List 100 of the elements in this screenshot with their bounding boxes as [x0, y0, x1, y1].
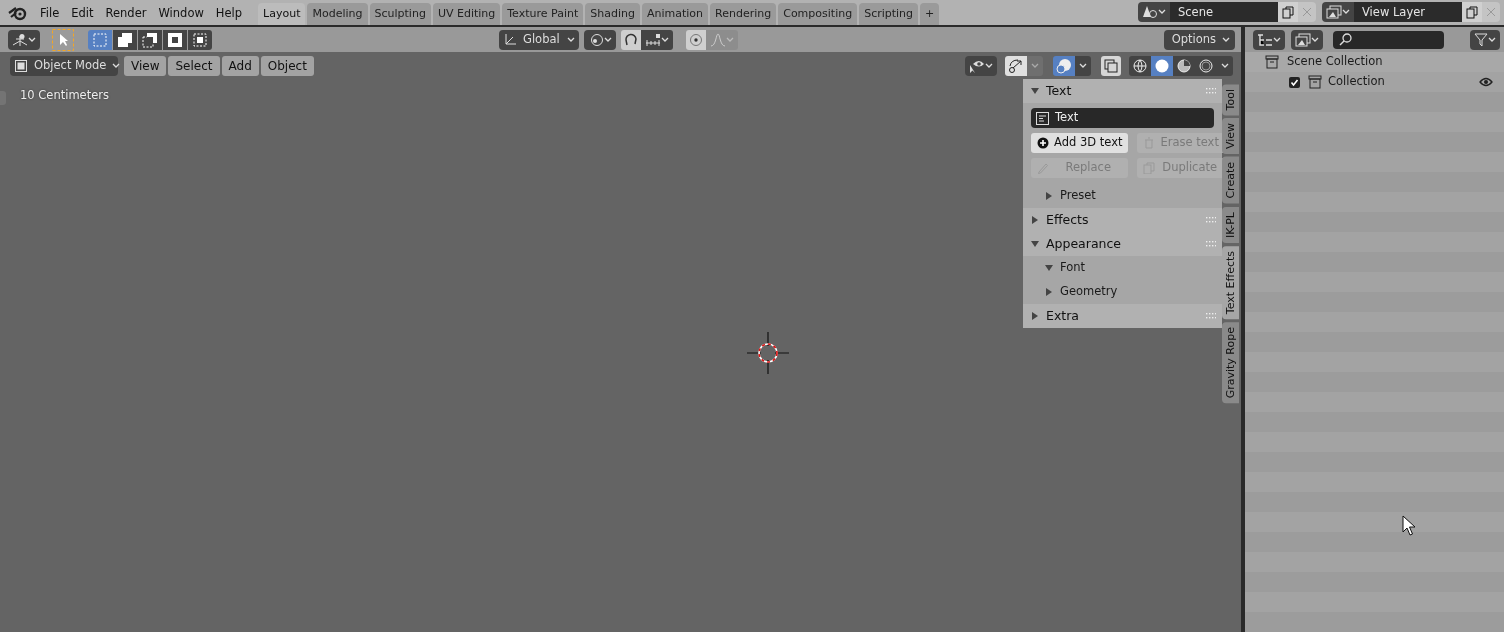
drag-handle-icon	[1206, 313, 1216, 319]
caret-icon	[603, 36, 612, 43]
scene-selector[interactable]	[1138, 2, 1170, 22]
view-layer-icon	[1326, 5, 1342, 19]
caret-icon	[1158, 9, 1166, 15]
blender-logo-icon[interactable]	[8, 4, 28, 21]
sidebar-tab[interactable]: Create	[1222, 157, 1239, 205]
menu-item[interactable]: Window	[152, 0, 210, 25]
outliner-icon	[1257, 32, 1273, 47]
menu-button[interactable]: Add	[221, 55, 259, 76]
copy-icon	[1282, 5, 1294, 19]
caret-icon	[725, 36, 734, 43]
view-layer-icon	[1295, 32, 1311, 47]
workspace-tab[interactable]: Shading	[585, 3, 640, 25]
copy-icon	[1466, 5, 1478, 19]
menu-button[interactable]: Object	[260, 55, 314, 76]
eye-icon[interactable]	[1479, 77, 1493, 87]
add-workspace-button[interactable]: +	[920, 3, 940, 25]
select-mode-button[interactable]	[138, 29, 162, 50]
filter-dropdown[interactable]	[1470, 29, 1500, 50]
caret-icon	[985, 62, 993, 69]
sidebar-tab[interactable]: Gravity Rope	[1222, 322, 1239, 404]
workspace-tab[interactable]: Compositing	[778, 3, 858, 25]
sidebar-tab[interactable]: Text Effects	[1222, 246, 1239, 320]
gizmo-icon	[1008, 57, 1024, 74]
select-mode-button[interactable]	[163, 29, 187, 50]
axes-icon	[503, 32, 517, 47]
panel-button[interactable]: Add 3D text	[1031, 133, 1129, 153]
xray-toggle[interactable]	[1101, 55, 1121, 76]
shading-mode-button[interactable]	[1151, 55, 1173, 76]
overlays-toggle[interactable]	[1053, 55, 1075, 76]
workspace-tab[interactable]: Sculpting	[369, 3, 431, 25]
workspace-tab[interactable]: Scripting	[859, 3, 919, 25]
view-layer-field[interactable]: View Layer	[1354, 2, 1462, 22]
scene-field[interactable]: Scene	[1170, 2, 1278, 22]
subpanel-title[interactable]: Geometry	[1060, 283, 1118, 301]
caret-icon	[112, 62, 121, 69]
menu-button[interactable]: View	[124, 55, 167, 76]
orientation-dropdown[interactable]: Global	[499, 29, 579, 50]
caret-icon	[1311, 36, 1319, 43]
caret-icon	[1221, 62, 1229, 69]
falloff-curve-icon	[709, 32, 726, 47]
subpanel-title[interactable]: Font	[1060, 259, 1086, 277]
sidebar-tab[interactable]: Tool	[1222, 84, 1239, 116]
gizmo-toggle[interactable]	[1005, 55, 1027, 76]
shading-mode-button[interactable]	[1173, 55, 1195, 76]
proportional-editing-toggle[interactable]	[685, 29, 706, 50]
workspace-tab[interactable]: Rendering	[710, 3, 777, 25]
menu-item[interactable]: Help	[209, 0, 249, 25]
magnet-icon	[623, 32, 638, 47]
caret-icon	[1342, 9, 1350, 15]
view-layer-selector[interactable]	[1322, 2, 1354, 22]
snap-target-dropdown[interactable]	[640, 29, 673, 50]
menu-item[interactable]: File	[34, 0, 66, 25]
menu-item[interactable]: Render	[99, 0, 153, 25]
caret-icon	[1079, 62, 1087, 69]
caret-icon	[1031, 62, 1039, 69]
duplicate-button[interactable]	[1462, 2, 1482, 22]
3d-cursor-icon	[747, 332, 789, 374]
caret-icon	[660, 36, 669, 43]
close-icon	[1486, 7, 1496, 17]
overlays-dropdown[interactable]	[1075, 55, 1091, 76]
increment-icon	[644, 33, 661, 46]
shading-mode-button[interactable]	[1129, 55, 1151, 76]
options-dropdown[interactable]: Options	[1163, 29, 1235, 50]
search-field[interactable]	[1333, 30, 1444, 49]
visibility-dropdown[interactable]	[965, 55, 997, 76]
duplicate-button[interactable]	[1278, 2, 1298, 22]
view-layer-dropdown[interactable]	[1291, 29, 1323, 50]
sidebar-tab[interactable]: IK-PL	[1222, 207, 1239, 244]
outliner-item[interactable]: Collection	[1328, 73, 1479, 91]
workspace-tab[interactable]: UV Editing	[432, 3, 501, 25]
menu-button[interactable]: Select	[168, 55, 220, 76]
drag-handle-icon	[1206, 241, 1216, 247]
xray-icon	[1104, 58, 1118, 73]
snap-toggle[interactable]	[620, 29, 641, 50]
viewport-icon	[12, 32, 28, 47]
workspace-tab[interactable]: Animation	[641, 3, 709, 25]
text-field[interactable]: Text	[1031, 108, 1214, 128]
select-cursor-icon[interactable]	[52, 28, 74, 51]
select-mode-button[interactable]	[113, 29, 137, 50]
workspace-tab[interactable]: Layout	[258, 3, 306, 25]
display-mode-dropdown[interactable]	[1253, 29, 1285, 50]
sidebar-tab[interactable]: View	[1222, 118, 1239, 155]
pivot-dropdown[interactable]	[583, 29, 616, 50]
mode-dropdown[interactable]: Object Mode	[10, 55, 118, 76]
collection-icon	[1265, 55, 1279, 69]
drag-handle-icon	[1206, 88, 1216, 94]
subpanel-title[interactable]: Preset	[1060, 187, 1096, 205]
shading-dropdown[interactable]	[1217, 55, 1233, 76]
workspace-tab[interactable]: Modeling	[307, 3, 368, 25]
menu-item[interactable]: Edit	[65, 0, 100, 25]
proportional-icon	[688, 32, 703, 47]
workspace-tab[interactable]: Texture Paint	[502, 3, 584, 25]
editor-type-button[interactable]	[8, 29, 40, 50]
filter-icon	[1474, 32, 1488, 47]
select-mode-button[interactable]	[188, 29, 212, 50]
checkbox[interactable]	[1289, 76, 1300, 88]
object-mode-icon	[14, 58, 28, 73]
caret-icon	[1222, 36, 1230, 43]
